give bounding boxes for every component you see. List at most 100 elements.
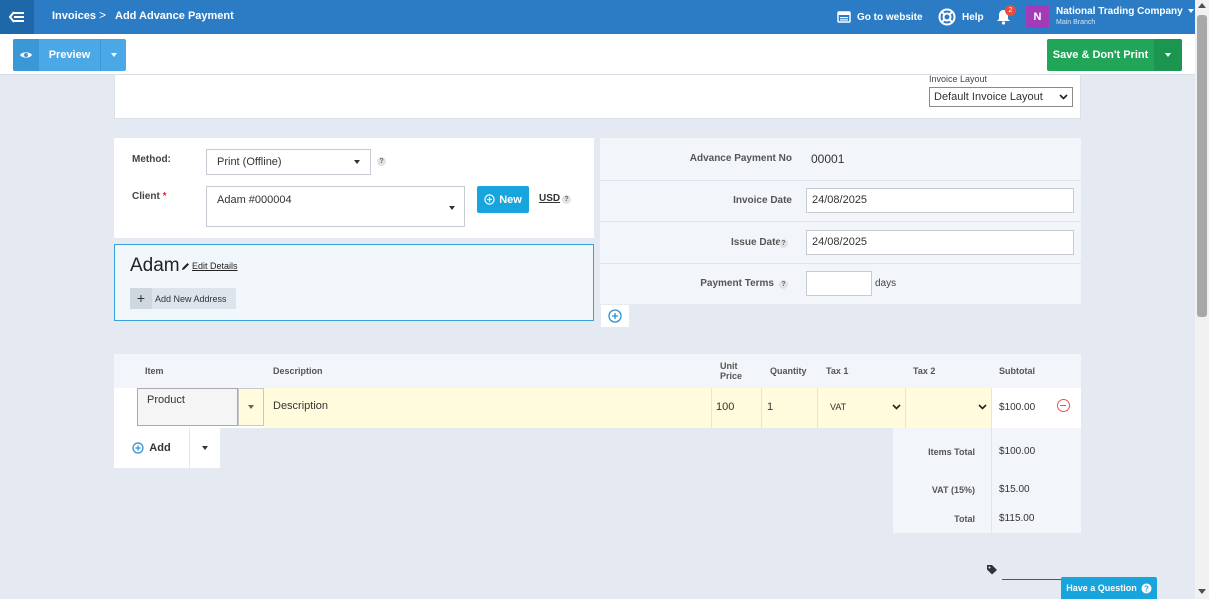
header-unit-price-line1: Unit — [720, 361, 738, 371]
issue-date-input[interactable]: 24/08/2025 — [806, 230, 1074, 255]
have-a-question-label: Have a Question — [1066, 583, 1137, 593]
currency-help-icon[interactable]: ? — [562, 195, 571, 204]
required-marker: * — [162, 191, 167, 202]
page-scrollbar[interactable] — [1195, 0, 1209, 599]
vat-value: $15.00 — [999, 484, 1030, 495]
unit-price-cell[interactable]: 100 — [712, 388, 762, 428]
preview-button[interactable]: Preview — [39, 39, 100, 71]
plus-circle-icon — [132, 442, 144, 454]
header-tax1: Tax 1 — [826, 366, 849, 376]
menu-arrow-icon — [9, 11, 24, 23]
item-select[interactable]: Product — [137, 388, 238, 426]
company-avatar[interactable]: N — [1026, 5, 1049, 28]
preview-dropdown-toggle[interactable] — [100, 39, 126, 71]
item-value: Product — [147, 394, 185, 406]
new-client-button[interactable]: New — [477, 186, 529, 213]
caret-down-icon — [202, 446, 208, 450]
preview-button-icon-area[interactable] — [13, 39, 39, 71]
scroll-up-arrow-icon[interactable] — [1198, 3, 1206, 8]
breadcrumb-invoices[interactable]: Invoices — [52, 10, 96, 22]
invoice-layout-select[interactable]: Default Invoice Layout — [929, 87, 1073, 107]
remove-row-icon[interactable] — [1057, 399, 1070, 412]
invoice-date-label: Invoice Date — [733, 195, 792, 206]
tax1-select[interactable]: VAT — [818, 388, 906, 428]
save-dropdown-toggle[interactable] — [1154, 39, 1182, 71]
method-label: Method: — [132, 154, 171, 165]
edit-details-link[interactable]: Edit Details — [181, 261, 238, 271]
currency-link[interactable]: USD — [539, 193, 560, 204]
description-cell[interactable]: Description — [264, 388, 712, 428]
caret-down-icon — [1165, 53, 1171, 57]
client-details-card: Adam Edit Details + Add New Address — [114, 244, 594, 321]
scrollbar-thumb[interactable] — [1197, 15, 1207, 317]
tax1-value: VAT — [830, 402, 847, 412]
add-item-button[interactable]: Add — [114, 428, 190, 468]
client-label-text: Client — [132, 191, 160, 202]
eye-icon — [20, 52, 32, 58]
tags-divider — [1002, 579, 1062, 580]
add-item-button-group: Add — [114, 428, 220, 468]
help-link[interactable]: Help — [938, 0, 984, 34]
payment-terms-row: Payment Terms ? days — [600, 264, 1081, 304]
company-chevron-down-icon — [1188, 9, 1195, 14]
client-select[interactable]: Adam #000004 — [206, 186, 465, 227]
invoice-layout-label: Invoice Layout — [929, 74, 988, 84]
plus-circle-icon — [484, 194, 495, 205]
top-navigation-bar: Invoices > Add Advance Payment Go to web… — [0, 0, 1195, 34]
add-custom-field-button[interactable] — [601, 305, 629, 327]
advance-payment-no-row: Advance Payment No 00001 — [600, 138, 1081, 181]
payment-terms-input[interactable] — [806, 271, 872, 296]
chevron-down-icon — [892, 404, 901, 410]
add-new-address-button[interactable]: + Add New Address — [130, 288, 236, 309]
invoice-date-input[interactable]: 24/08/2025 — [806, 188, 1074, 213]
caret-down-icon — [248, 405, 254, 409]
go-to-website-label: Go to website — [857, 11, 923, 23]
caret-down-icon — [354, 160, 360, 164]
have-a-question-button[interactable]: Have a Question ? — [1061, 577, 1157, 599]
preview-button-group: Preview — [13, 39, 126, 71]
issue-date-help-icon[interactable]: ? — [779, 239, 788, 248]
question-circle-icon: ? — [1141, 583, 1152, 593]
new-client-label: New — [499, 193, 522, 206]
tags-icon[interactable] — [986, 564, 999, 575]
client-name: Adam — [130, 255, 180, 276]
plus-icon: + — [130, 288, 152, 309]
breadcrumb-current: Add Advance Payment — [115, 10, 234, 22]
scroll-down-arrow-icon[interactable] — [1198, 589, 1206, 594]
item-dropdown-toggle[interactable] — [238, 388, 264, 426]
quantity-cell[interactable]: 1 — [762, 388, 818, 428]
method-select[interactable]: Print (Offline) — [206, 149, 371, 175]
action-toolbar: Preview Save & Don't Print — [0, 34, 1195, 75]
payment-details-panel: Advance Payment No 00001 Invoice Date 24… — [600, 138, 1081, 304]
header-description: Description — [273, 366, 323, 376]
days-label: days — [875, 278, 897, 289]
go-to-website-link[interactable]: Go to website — [837, 0, 923, 34]
tax2-select[interactable] — [906, 388, 992, 428]
add-item-dropdown-toggle[interactable] — [190, 428, 220, 468]
chevron-down-icon — [978, 404, 987, 410]
header-item: Item — [145, 366, 164, 376]
header-tax2: Tax 2 — [913, 366, 936, 376]
pencil-icon — [182, 262, 189, 270]
items-table-header: Item Description Unit Price Quantity Tax… — [114, 354, 1081, 388]
plus-circle-icon — [608, 309, 622, 323]
company-switcher[interactable]: National Trading Company — [1056, 6, 1195, 17]
method-help-icon[interactable]: ? — [377, 157, 386, 166]
breadcrumb-separator: > — [99, 8, 107, 22]
payment-terms-help-icon[interactable]: ? — [779, 280, 788, 289]
help-label: Help — [962, 11, 984, 23]
vat-label: VAT (15%) — [931, 485, 975, 495]
total-label: Total — [954, 514, 975, 524]
client-label: Client * — [132, 191, 166, 202]
totals-panel: Items Total $100.00 VAT (15%) $15.00 Tot… — [893, 428, 1081, 533]
description-input[interactable]: Description — [273, 400, 328, 412]
caret-down-icon — [110, 53, 117, 57]
totals-divider — [991, 428, 992, 533]
unit-price-input[interactable]: 100 — [716, 401, 734, 413]
edit-details-label: Edit Details — [192, 261, 238, 271]
items-total-label: Items Total — [928, 447, 975, 457]
quantity-input[interactable]: 1 — [767, 401, 773, 413]
save-dont-print-button[interactable]: Save & Don't Print — [1047, 39, 1154, 71]
svg-text:?: ? — [1144, 584, 1149, 593]
sidebar-toggle-button[interactable] — [0, 0, 34, 34]
